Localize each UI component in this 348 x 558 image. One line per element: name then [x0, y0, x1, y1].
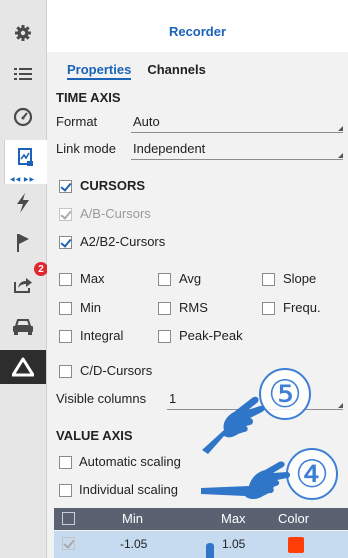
trigger-button[interactable]	[0, 184, 46, 222]
tab-properties[interactable]: Properties	[67, 62, 132, 80]
left-toolbar: ◀◀ ▶▶ 2	[0, 0, 48, 558]
frequ-label: Frequ.	[283, 300, 321, 315]
select-all-checkbox[interactable]	[62, 512, 75, 525]
link-mode-label: Link mode	[56, 141, 116, 156]
individual-scaling-checkbox[interactable]	[59, 484, 72, 497]
peak-peak-label: Peak-Peak	[179, 328, 243, 343]
scaling-table-header: Min Max Color	[54, 508, 348, 530]
alert-count-badge: 2	[34, 262, 48, 276]
value-axis-heading: VALUE AXIS	[56, 428, 133, 443]
list-icon	[14, 68, 32, 80]
time-axis-heading: TIME AXIS	[56, 90, 121, 105]
min-checkbox[interactable]	[59, 302, 72, 315]
recorder-icon	[18, 148, 33, 166]
flag-icon	[17, 234, 29, 252]
max-checkbox[interactable]	[59, 273, 72, 286]
avg-checkbox[interactable]	[158, 273, 171, 286]
annotation-four: ④	[286, 448, 338, 500]
row-max[interactable]: 1.05	[222, 537, 245, 551]
integral-label: Integral	[80, 328, 124, 343]
marker-button[interactable]	[0, 224, 46, 262]
vehicle-button[interactable]	[0, 308, 46, 346]
collapse-arrows-icon: ◀◀ ▶▶	[10, 177, 36, 183]
individual-scaling-label: Individual scaling	[79, 482, 179, 497]
ab-cursors-checkbox	[59, 208, 72, 221]
table-row[interactable]: -1.05 1.05	[54, 531, 348, 558]
automatic-scaling-checkbox[interactable]	[59, 456, 72, 469]
lightning-icon	[17, 193, 29, 213]
format-select[interactable]: Auto	[131, 114, 343, 133]
link-mode-row: Link mode	[56, 141, 131, 156]
row-min[interactable]: -1.05	[120, 537, 147, 551]
pointing-hand-icon	[201, 461, 290, 499]
dropdown-icon	[338, 153, 343, 158]
car-icon	[13, 319, 33, 335]
cd-cursors-checkbox[interactable]	[59, 365, 72, 378]
dropdown-icon	[338, 403, 343, 408]
row-checkbox	[62, 537, 75, 550]
cursors-heading: CURSORS	[80, 178, 146, 193]
format-row: Format	[56, 114, 131, 129]
export-icon	[14, 278, 32, 293]
a2b2-cursors-label: A2/B2-Cursors	[80, 234, 166, 249]
format-label: Format	[56, 114, 98, 129]
gauge-icon	[13, 107, 33, 127]
format-value: Auto	[133, 114, 160, 129]
link-mode-select[interactable]: Independent	[131, 141, 343, 160]
min-label: Min	[80, 300, 101, 315]
list-button[interactable]	[0, 55, 46, 93]
rms-checkbox[interactable]	[158, 302, 171, 315]
integral-checkbox[interactable]	[59, 330, 72, 343]
gauge-button[interactable]	[0, 98, 46, 136]
automatic-scaling-label: Automatic scaling	[79, 454, 181, 469]
a2b2-cursors-checkbox[interactable]	[59, 236, 72, 249]
tab-channels[interactable]: Channels	[147, 62, 206, 80]
alert-triangle-icon	[12, 357, 34, 377]
visible-columns-label: Visible columns	[56, 391, 147, 406]
panel-tabs: Properties Channels	[67, 62, 206, 80]
slope-label: Slope	[283, 271, 317, 286]
peak-peak-checkbox[interactable]	[158, 330, 171, 343]
panel-title: Recorder	[47, 0, 348, 52]
max-label: Max	[80, 271, 105, 286]
ab-cursors-label: A/B-Cursors	[80, 206, 151, 221]
pointing-hand-icon	[206, 543, 214, 558]
cursors-checkbox[interactable]	[59, 180, 72, 193]
visible-columns-row: Visible columns	[56, 391, 146, 406]
pointing-hand-icon	[202, 396, 265, 454]
gear-icon	[15, 25, 31, 41]
dropdown-icon	[338, 126, 343, 131]
alerts-button[interactable]	[0, 350, 46, 384]
cd-cursors-label: C/D-Cursors	[80, 363, 153, 378]
avg-label: Avg	[179, 271, 202, 286]
row-color-swatch[interactable]	[288, 537, 304, 553]
slope-checkbox[interactable]	[262, 273, 275, 286]
header-color: Color	[278, 511, 310, 526]
visible-columns-value: 1	[169, 391, 177, 406]
link-mode-value: Independent	[133, 141, 206, 156]
header-min: Min	[122, 511, 143, 526]
header-max: Max	[221, 511, 246, 526]
settings-button[interactable]	[0, 14, 46, 52]
rms-label: RMS	[179, 300, 208, 315]
frequ-checkbox[interactable]	[262, 302, 275, 315]
